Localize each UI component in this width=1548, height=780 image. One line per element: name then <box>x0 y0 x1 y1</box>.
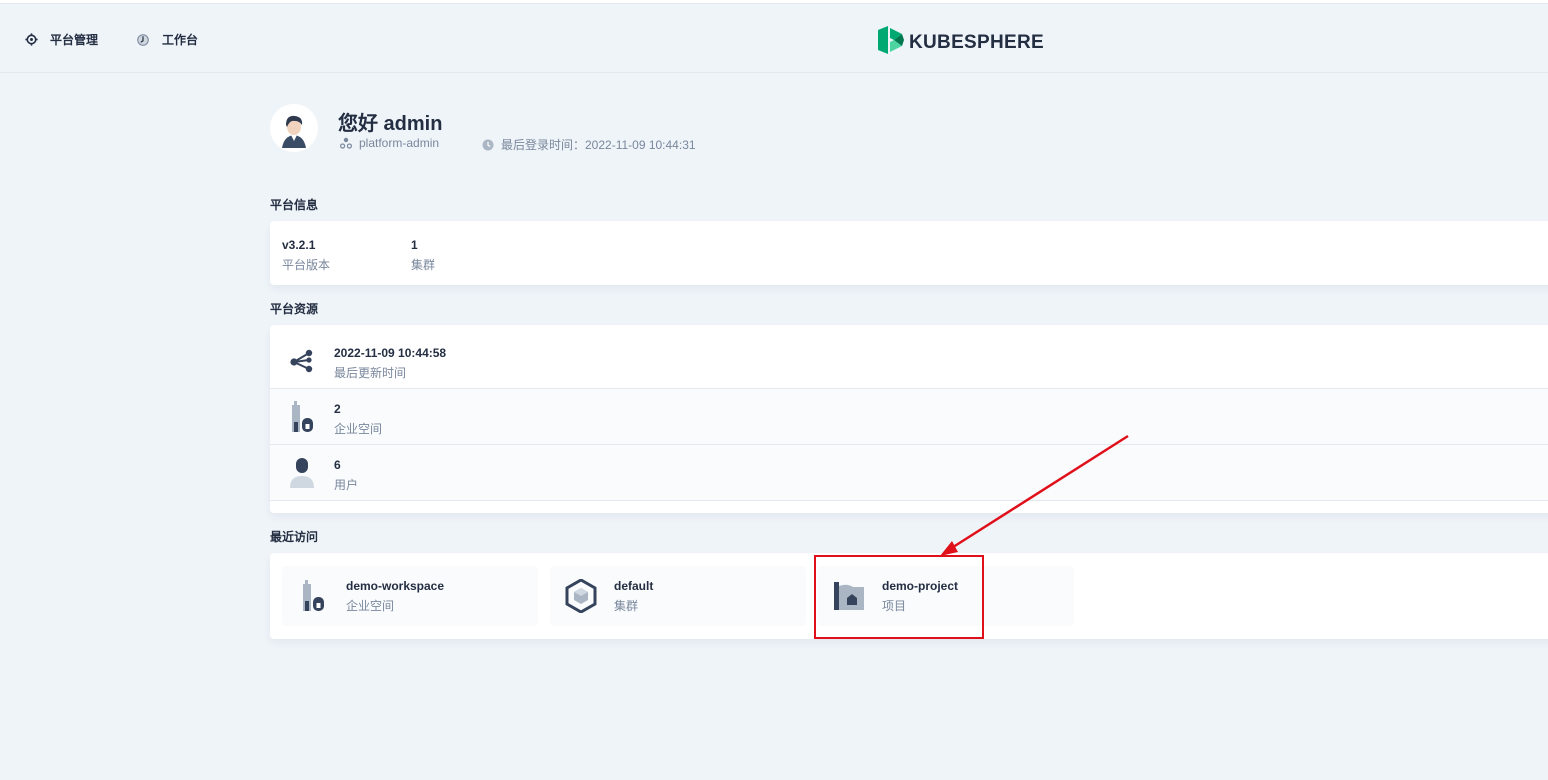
platform-version-value: v3.2.1 <box>282 238 316 252</box>
workspace-icon <box>296 579 330 613</box>
recent-item-text: demo-workspace 企业空间 <box>346 578 444 614</box>
cluster-icon <box>564 579 598 613</box>
platform-info-title: 平台信息 <box>270 198 319 212</box>
cluster-count: 1 集群 <box>411 237 435 273</box>
greeting: 您好 admin <box>338 113 443 135</box>
nav-workbench[interactable]: 工作台 <box>136 31 198 48</box>
user-icon <box>288 457 316 489</box>
resource-row-last-update: 2022-11-09 10:44:58 最后更新时间 <box>270 333 1548 389</box>
resource-last-update-label: 最后更新时间 <box>334 366 407 380</box>
nav-platform-management[interactable]: 平台管理 <box>24 31 98 48</box>
resource-row-workspaces[interactable]: 2 企业空间 <box>270 388 1548 444</box>
recent-item-text: default 集群 <box>614 578 653 614</box>
recent-item-name: default <box>614 579 654 593</box>
top-strip <box>0 0 1548 4</box>
nav-platform-label: 平台管理 <box>50 33 99 47</box>
annotation-highlight-box <box>814 555 984 639</box>
resource-workspaces-label: 企业空间 <box>334 422 383 436</box>
gear-icon <box>24 33 38 47</box>
cluster-count-label: 集群 <box>411 258 436 272</box>
resource-users-value: 6 <box>334 458 341 472</box>
platform-info-card: v3.2.1 平台版本 1 集群 <box>270 221 1548 285</box>
brand-name: KUBESPHERE <box>909 31 1044 53</box>
recent-visits-title: 最近访问 <box>270 530 319 544</box>
resource-last-update: 2022-11-09 10:44:58 最后更新时间 <box>334 345 446 381</box>
resource-row-users[interactable]: 6 用户 <box>270 444 1548 501</box>
resource-workspaces-value: 2 <box>334 402 341 416</box>
kubesphere-logo[interactable]: KUBESPHERE <box>878 26 1044 59</box>
user-role: platform-admin <box>340 136 439 150</box>
platform-resources-title: 平台资源 <box>270 302 319 316</box>
dashboard-icon <box>136 33 150 47</box>
resource-users: 6 用户 <box>334 457 358 493</box>
last-login: 最后登录时间：2022-11-09 10:44:31 <box>482 136 696 153</box>
platform-resources-card: 2022-11-09 10:44:58 最后更新时间 2 企业空间 6 用户 <box>270 325 1548 513</box>
platform-version-label: 平台版本 <box>282 258 331 272</box>
recent-item-type: 集群 <box>614 599 639 613</box>
resource-workspaces: 2 企业空间 <box>334 401 382 437</box>
recent-item-name: demo-workspace <box>346 579 445 593</box>
workspace-icon <box>288 401 316 433</box>
recent-item-default[interactable]: default 集群 <box>550 566 806 626</box>
recent-item-type: 企业空间 <box>346 599 395 613</box>
cluster-count-value: 1 <box>411 238 418 252</box>
avatar <box>270 104 318 152</box>
kubesphere-logo-icon <box>878 26 904 59</box>
last-login-text: 最后登录时间：2022-11-09 10:44:31 <box>501 138 696 152</box>
user-role-text: platform-admin <box>359 136 440 150</box>
resource-last-update-value: 2022-11-09 10:44:58 <box>334 346 447 360</box>
role-icon <box>340 137 352 149</box>
nav-workbench-label: 工作台 <box>162 33 199 47</box>
share-nodes-icon <box>288 345 316 377</box>
recent-item-demo-workspace[interactable]: demo-workspace 企业空间 <box>282 566 538 626</box>
platform-version: v3.2.1 平台版本 <box>282 237 330 273</box>
top-header: 平台管理 工作台 KUBESPHERE <box>0 5 1548 73</box>
resource-users-label: 用户 <box>334 478 359 492</box>
clock-icon <box>482 139 494 151</box>
